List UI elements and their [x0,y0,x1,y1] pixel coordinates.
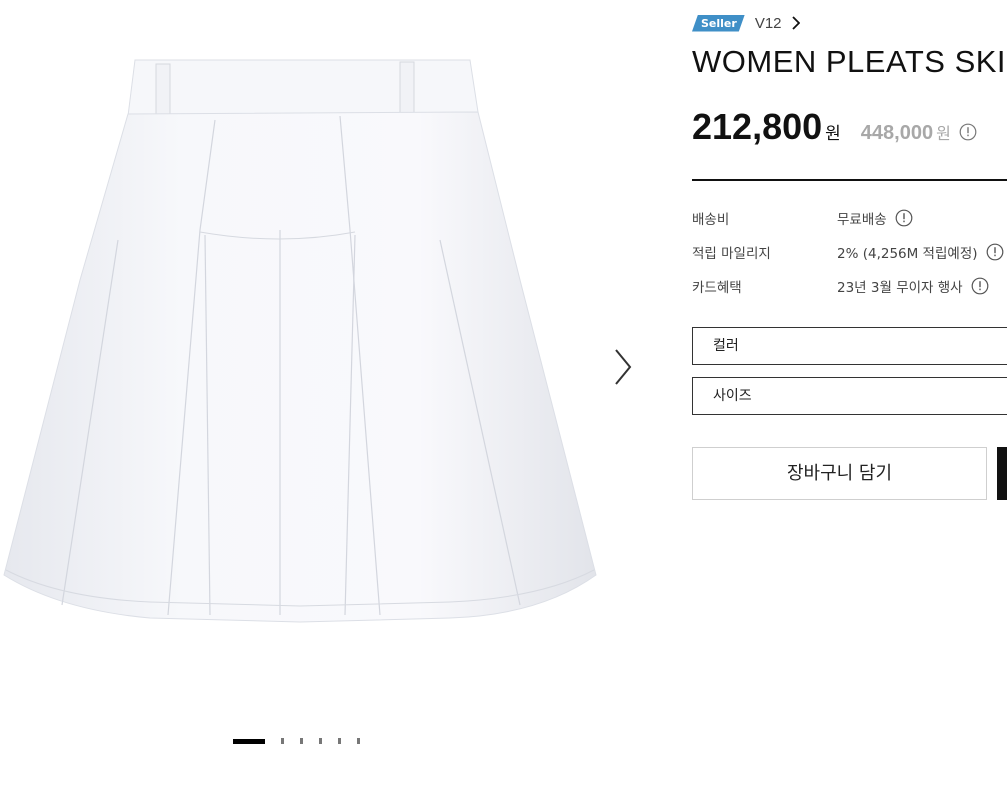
next-slide-icon[interactable] [608,346,638,388]
slide-dot-2[interactable] [281,738,284,744]
size-select[interactable]: 사이즈 [692,377,1007,415]
spec-label: 적립 마일리지 [692,246,771,262]
info-icon[interactable] [971,277,989,295]
original-price-unit: 원 [936,124,951,143]
info-icon[interactable] [986,243,1004,261]
slide-dot-4[interactable] [319,738,322,744]
buy-now-button[interactable] [997,447,1007,500]
price-row: 212,800 원 448,000 원 [692,106,977,148]
sale-price-unit: 원 [825,124,841,144]
seller-row[interactable]: Seller V12 [692,12,800,34]
product-gallery [0,0,640,787]
slide-dot-1[interactable] [233,739,265,744]
brand-link[interactable]: V12 [755,15,782,32]
slide-dot-3[interactable] [300,738,303,744]
spec-shipping: 배송비 무료배송 [692,208,1007,228]
divider [692,179,1007,181]
spec-value: 23년 3월 무이자 행사 [837,280,963,296]
sale-price: 212,800 [692,106,823,147]
original-price: 448,000 [860,122,934,144]
chevron-right-icon[interactable] [791,16,800,30]
color-select[interactable]: 컬러 [692,327,1007,365]
spec-value: 무료배송 [837,212,887,228]
info-icon[interactable] [895,209,913,227]
spec-card-benefit: 카드혜택 23년 3월 무이자 행사 [692,276,1007,296]
product-title: WOMEN PLEATS SKIRT_ [692,44,1007,79]
slide-dot-6[interactable] [357,738,360,744]
slide-dot-5[interactable] [338,738,341,744]
add-to-cart-button[interactable]: 장바구니 담기 [692,447,987,500]
spec-label: 카드혜택 [692,280,742,296]
product-image[interactable] [0,50,600,630]
spec-value: 2% (4,256M 적립예정) [837,246,978,262]
info-icon[interactable] [959,123,977,141]
product-info-panel: Seller V12 WOMEN PLEATS SKIRT_ 212,800 원… [692,0,1007,787]
seller-badge: Seller [692,15,745,32]
spec-mileage: 적립 마일리지 2% (4,256M 적립예정) [692,242,1007,262]
spec-label: 배송비 [692,212,730,228]
